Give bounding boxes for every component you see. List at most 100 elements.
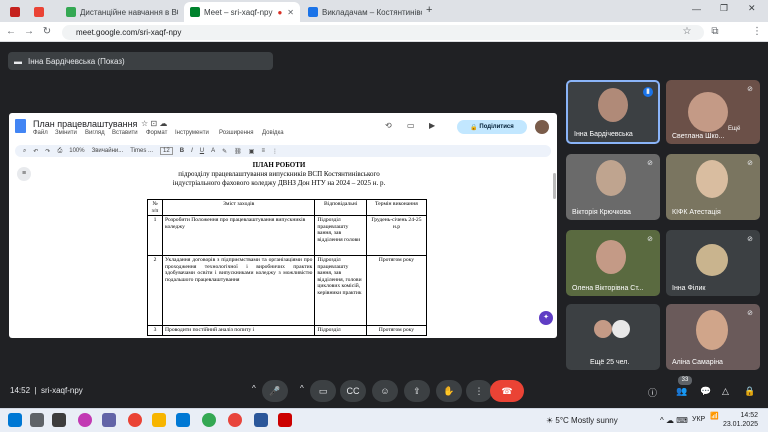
raise-hand-button[interactable]: ✋ bbox=[436, 380, 462, 402]
mic-options-icon[interactable]: ^ bbox=[252, 384, 256, 393]
search-icon[interactable]: ⌕ bbox=[23, 148, 26, 155]
camera-options-icon[interactable]: ^ bbox=[300, 384, 304, 393]
back-icon[interactable]: ← bbox=[4, 25, 18, 39]
menu-insert[interactable]: Вставити bbox=[112, 130, 138, 136]
row-responsible: Підрозділ працевлашту вання, зав відділе… bbox=[314, 215, 367, 256]
reload-icon[interactable]: ↻ bbox=[40, 25, 54, 39]
activities-icon[interactable]: △ bbox=[722, 386, 729, 397]
participant-tile[interactable]: ▮ Інна Бардічевська bbox=[566, 80, 660, 144]
tray-icons[interactable]: ^ ☁ ⌨ bbox=[660, 416, 688, 425]
edge-icon[interactable] bbox=[176, 413, 190, 427]
host-controls-icon[interactable]: 🔒 bbox=[744, 386, 755, 397]
outline-icon[interactable]: ≡ bbox=[17, 167, 31, 181]
weather-widget[interactable]: ☀ 5°C Mostly sunny bbox=[546, 416, 618, 425]
menu-icon[interactable]: ⋮ bbox=[750, 25, 764, 39]
word-icon[interactable] bbox=[254, 413, 268, 427]
undo-icon[interactable]: ↶ bbox=[33, 148, 38, 155]
extensions-icon[interactable]: ⧉ bbox=[708, 25, 722, 39]
camera-button[interactable]: ▭ bbox=[310, 380, 336, 402]
print-icon[interactable]: ⎙ bbox=[57, 148, 62, 155]
share-button[interactable]: 🔒 Поділитися bbox=[457, 120, 527, 134]
text-color-icon[interactable]: A bbox=[211, 148, 215, 154]
tab-distance[interactable]: Дистанційне навчання в ВСП✕ bbox=[60, 2, 178, 22]
leave-call-button[interactable]: ☎ bbox=[490, 380, 524, 402]
search-icon[interactable] bbox=[30, 413, 44, 427]
tab-0[interactable] bbox=[4, 2, 26, 22]
comment-icon[interactable]: ▭ bbox=[407, 121, 415, 130]
table-header: № з/п Зміст заходів Відповідальні Термін… bbox=[146, 199, 428, 216]
italic-icon[interactable]: I bbox=[191, 148, 193, 154]
style-select[interactable]: Звичайни... bbox=[92, 148, 124, 154]
copilot-icon[interactable] bbox=[78, 413, 92, 427]
menu-format[interactable]: Формат bbox=[146, 130, 167, 136]
task-view-icon[interactable] bbox=[52, 413, 66, 427]
present-button[interactable]: ⇪ bbox=[404, 380, 430, 402]
font-size-field[interactable]: 12 bbox=[160, 147, 173, 155]
acrobat-icon[interactable] bbox=[278, 413, 292, 427]
gemini-icon[interactable]: ✦ bbox=[539, 311, 553, 325]
participant-tile[interactable]: ⊘ Ещё Светлана Шко... bbox=[666, 80, 760, 144]
present-icon: ⇪ bbox=[413, 386, 421, 396]
history-icon[interactable]: ⟲ bbox=[385, 121, 392, 130]
more-options-button[interactable]: ⋮ bbox=[466, 380, 492, 402]
windows-start-icon[interactable] bbox=[8, 413, 22, 427]
align-icon[interactable]: ≡ bbox=[261, 148, 265, 154]
row-number: 1 bbox=[146, 215, 164, 256]
tab-meet[interactable]: Meet – sri-xaqf-npy ● ✕ bbox=[184, 2, 300, 22]
new-tab-icon[interactable]: + bbox=[426, 4, 432, 16]
browser-toolbar: ← → ↻ meet.google.com/sri-xaqf-npy ☆ ⧉ A… bbox=[0, 22, 768, 60]
image-icon[interactable]: ▣ bbox=[249, 148, 255, 155]
language-indicator[interactable]: УКР bbox=[692, 416, 705, 423]
scrollbar[interactable] bbox=[553, 173, 556, 199]
meet-icon[interactable]: ▶ bbox=[429, 121, 435, 130]
menu-help[interactable]: Довідка bbox=[262, 130, 284, 136]
teams-icon[interactable] bbox=[102, 413, 116, 427]
star-icon[interactable]: ☆ bbox=[680, 25, 694, 39]
chat-icon[interactable]: 💬 bbox=[700, 386, 711, 397]
menu-view[interactable]: Вигляд bbox=[85, 130, 105, 136]
doc-title[interactable]: План працевлаштування bbox=[33, 119, 137, 129]
emoji-button[interactable]: ☺ bbox=[372, 380, 398, 402]
docs-icon bbox=[15, 119, 26, 133]
close-icon[interactable]: ✕ bbox=[287, 8, 294, 17]
font-select[interactable]: Times ... bbox=[130, 148, 153, 154]
star-icon[interactable]: ☆ ⊡ ☁ bbox=[141, 119, 167, 128]
share-label: Поділитися bbox=[479, 124, 514, 130]
more-icon[interactable]: ⋮ bbox=[272, 148, 278, 155]
bold-icon[interactable]: B bbox=[180, 148, 184, 154]
address-bar[interactable]: meet.google.com/sri-xaqf-npy bbox=[62, 25, 704, 40]
menu-tools[interactable]: Інструменти bbox=[175, 130, 209, 136]
menu-edit[interactable]: Змінити bbox=[55, 130, 77, 136]
chrome-active-icon[interactable] bbox=[228, 413, 242, 427]
link-icon[interactable]: ⛓ bbox=[234, 148, 242, 155]
mic-button[interactable]: 🎤 bbox=[262, 380, 288, 402]
window-close-icon[interactable]: ✕ bbox=[748, 3, 756, 14]
info-icon[interactable]: ⓘ bbox=[648, 386, 657, 399]
tab-1[interactable] bbox=[28, 2, 50, 22]
captions-button[interactable]: CC bbox=[340, 380, 366, 402]
participant-tile[interactable]: ⊘ КІФК Атестація bbox=[666, 154, 760, 220]
record-icon: ● bbox=[277, 7, 283, 17]
chrome-icon[interactable] bbox=[128, 413, 142, 427]
participant-tile[interactable]: ⊘ Олена Вікторівна Ст... bbox=[566, 230, 660, 296]
minimize-icon[interactable]: — bbox=[692, 4, 701, 14]
zoom-select[interactable]: 100% bbox=[69, 148, 84, 154]
explorer-icon[interactable] bbox=[152, 413, 166, 427]
row-term: Грудень-січень 24-25 н.р bbox=[365, 215, 428, 256]
maximize-icon[interactable]: ❐ bbox=[720, 3, 728, 14]
chrome-profile-icon[interactable] bbox=[202, 413, 216, 427]
menu-extensions[interactable]: Розширення bbox=[219, 130, 253, 136]
participant-tile[interactable]: ⊘ Вікторія Крючкова bbox=[566, 154, 660, 220]
participant-tile[interactable]: ⊘ Аліна Самаріна bbox=[666, 304, 760, 370]
redo-icon[interactable]: ↷ bbox=[45, 148, 50, 155]
avatar[interactable] bbox=[535, 120, 549, 134]
underline-icon[interactable]: U bbox=[200, 148, 204, 154]
highlight-icon[interactable]: ✎ bbox=[222, 148, 227, 155]
forward-icon[interactable]: → bbox=[22, 25, 36, 39]
people-icon[interactable]: 👥 bbox=[676, 386, 687, 397]
menu-file[interactable]: Файл bbox=[33, 130, 48, 136]
more-participants-tile[interactable]: Ещё 25 чел. bbox=[566, 304, 660, 370]
system-clock[interactable]: 14:52 23.01.2025 bbox=[712, 411, 758, 429]
participant-tile[interactable]: ⊘ Інна Філик bbox=[666, 230, 760, 296]
tab-teachers[interactable]: Викладачам – Костянтинівськ✕ bbox=[302, 2, 422, 22]
